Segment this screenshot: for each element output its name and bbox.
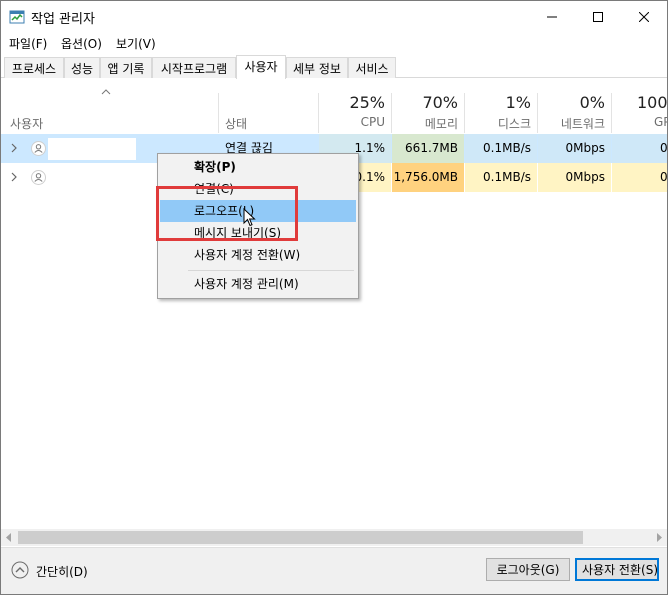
tab-users[interactable]: 사용자	[236, 55, 286, 79]
network-label: 네트워크	[560, 117, 605, 131]
tab-strip: 프로세스 성능 앱 기록 시작프로그램 사용자 세부 정보 서비스	[1, 55, 667, 79]
maximize-icon	[593, 12, 603, 22]
user-name-redacted	[48, 138, 136, 160]
network-value: 0Mbps	[538, 134, 611, 163]
menu-item-send-message[interactable]: 메시지 보내기(S)	[160, 222, 356, 244]
menu-separator	[188, 270, 354, 271]
sort-ascending-icon	[101, 89, 111, 95]
menu-item-expand[interactable]: 확장(P)	[160, 156, 356, 178]
column-cpu[interactable]: 25% CPU	[319, 79, 391, 133]
gpu-value: 0	[612, 134, 667, 163]
maximize-button[interactable]	[575, 1, 621, 33]
scroll-left-icon[interactable]	[5, 533, 13, 542]
cpu-label: CPU	[360, 115, 385, 129]
task-manager-app-icon	[9, 10, 25, 24]
tab-startup[interactable]: 시작프로그램	[152, 57, 236, 78]
close-button[interactable]	[621, 1, 667, 33]
footer-bar: 간단히(D) 로그아웃(G) 사용자 전환(S)	[1, 547, 667, 594]
context-menu: 확장(P) 연결(C) 로그오프(L) 메시지 보내기(S) 사용자 계정 전환…	[157, 153, 359, 299]
tab-app-history[interactable]: 앱 기록	[100, 57, 152, 78]
tab-services[interactable]: 서비스	[348, 57, 396, 78]
scrollbar-thumb[interactable]	[18, 531, 583, 544]
disk-value: 0.1MB/s	[465, 134, 537, 163]
tab-performance[interactable]: 성능	[64, 57, 100, 78]
memory-percent: 70%	[422, 93, 458, 112]
memory-label: 메모리	[424, 117, 458, 131]
column-network[interactable]: 0% 네트워크	[538, 79, 611, 133]
logoff-button[interactable]: 로그아웃(G)	[486, 558, 570, 581]
switch-user-button[interactable]: 사용자 전환(S)	[575, 558, 659, 581]
collapse-up-icon[interactable]	[11, 561, 29, 579]
column-gpu[interactable]: 100% GPU	[612, 79, 668, 133]
mouse-cursor-icon	[243, 208, 256, 227]
column-header: 사용자 상태 25% CPU 70% 메모리 1% 디스크 0% 네트워크 10…	[1, 79, 667, 133]
network-percent: 0%	[579, 93, 605, 112]
gpu-label: GPU	[654, 115, 667, 129]
menu-file[interactable]: 파일(F)	[9, 35, 47, 52]
menu-options[interactable]: 옵션(O)	[61, 35, 102, 52]
gpu-value: 0	[612, 163, 667, 192]
menu-item-manage-account[interactable]: 사용자 계정 관리(M)	[160, 273, 356, 295]
disk-label: 디스크	[497, 117, 531, 131]
column-disk[interactable]: 1% 디스크	[465, 79, 537, 133]
tab-details[interactable]: 세부 정보	[286, 57, 348, 78]
menu-item-switch-account[interactable]: 사용자 계정 전환(W)	[160, 244, 356, 266]
menu-view[interactable]: 보기(V)	[116, 35, 156, 52]
column-user[interactable]: 사용자	[10, 115, 43, 132]
memory-value: 661.7MB	[392, 134, 464, 163]
expand-chevron-icon[interactable]	[9, 171, 19, 183]
column-divider[interactable]	[218, 93, 219, 133]
gpu-percent: 100%	[637, 93, 668, 112]
cpu-percent: 25%	[349, 93, 385, 112]
close-icon	[639, 12, 649, 22]
column-status[interactable]: 상태	[225, 115, 247, 132]
menu-item-connect[interactable]: 연결(C)	[160, 178, 356, 200]
fewer-details-link[interactable]: 간단히(D)	[36, 563, 88, 580]
minimize-button[interactable]	[529, 1, 575, 33]
user-avatar-icon	[31, 141, 46, 156]
menu-bar: 파일(F) 옵션(O) 보기(V)	[1, 33, 667, 53]
disk-percent: 1%	[505, 93, 531, 112]
scroll-right-icon[interactable]	[655, 533, 663, 542]
user-avatar-icon	[31, 170, 46, 185]
disk-value: 0.1MB/s	[465, 163, 537, 192]
horizontal-scrollbar[interactable]	[1, 529, 667, 546]
minimize-icon	[547, 16, 557, 18]
column-memory[interactable]: 70% 메모리	[392, 79, 464, 133]
memory-value: 1,756.0MB	[392, 163, 464, 192]
title-bar: 작업 관리자	[1, 1, 667, 33]
tab-processes[interactable]: 프로세스	[4, 57, 64, 78]
network-value: 0Mbps	[538, 163, 611, 192]
expand-chevron-icon[interactable]	[9, 142, 19, 154]
task-manager-window: 작업 관리자 파일(F) 옵션(O) 보기(V) 프로세스 성능 앱 기록 시작…	[0, 0, 668, 595]
window-title: 작업 관리자	[31, 12, 95, 27]
menu-item-logoff[interactable]: 로그오프(L)	[160, 200, 356, 222]
